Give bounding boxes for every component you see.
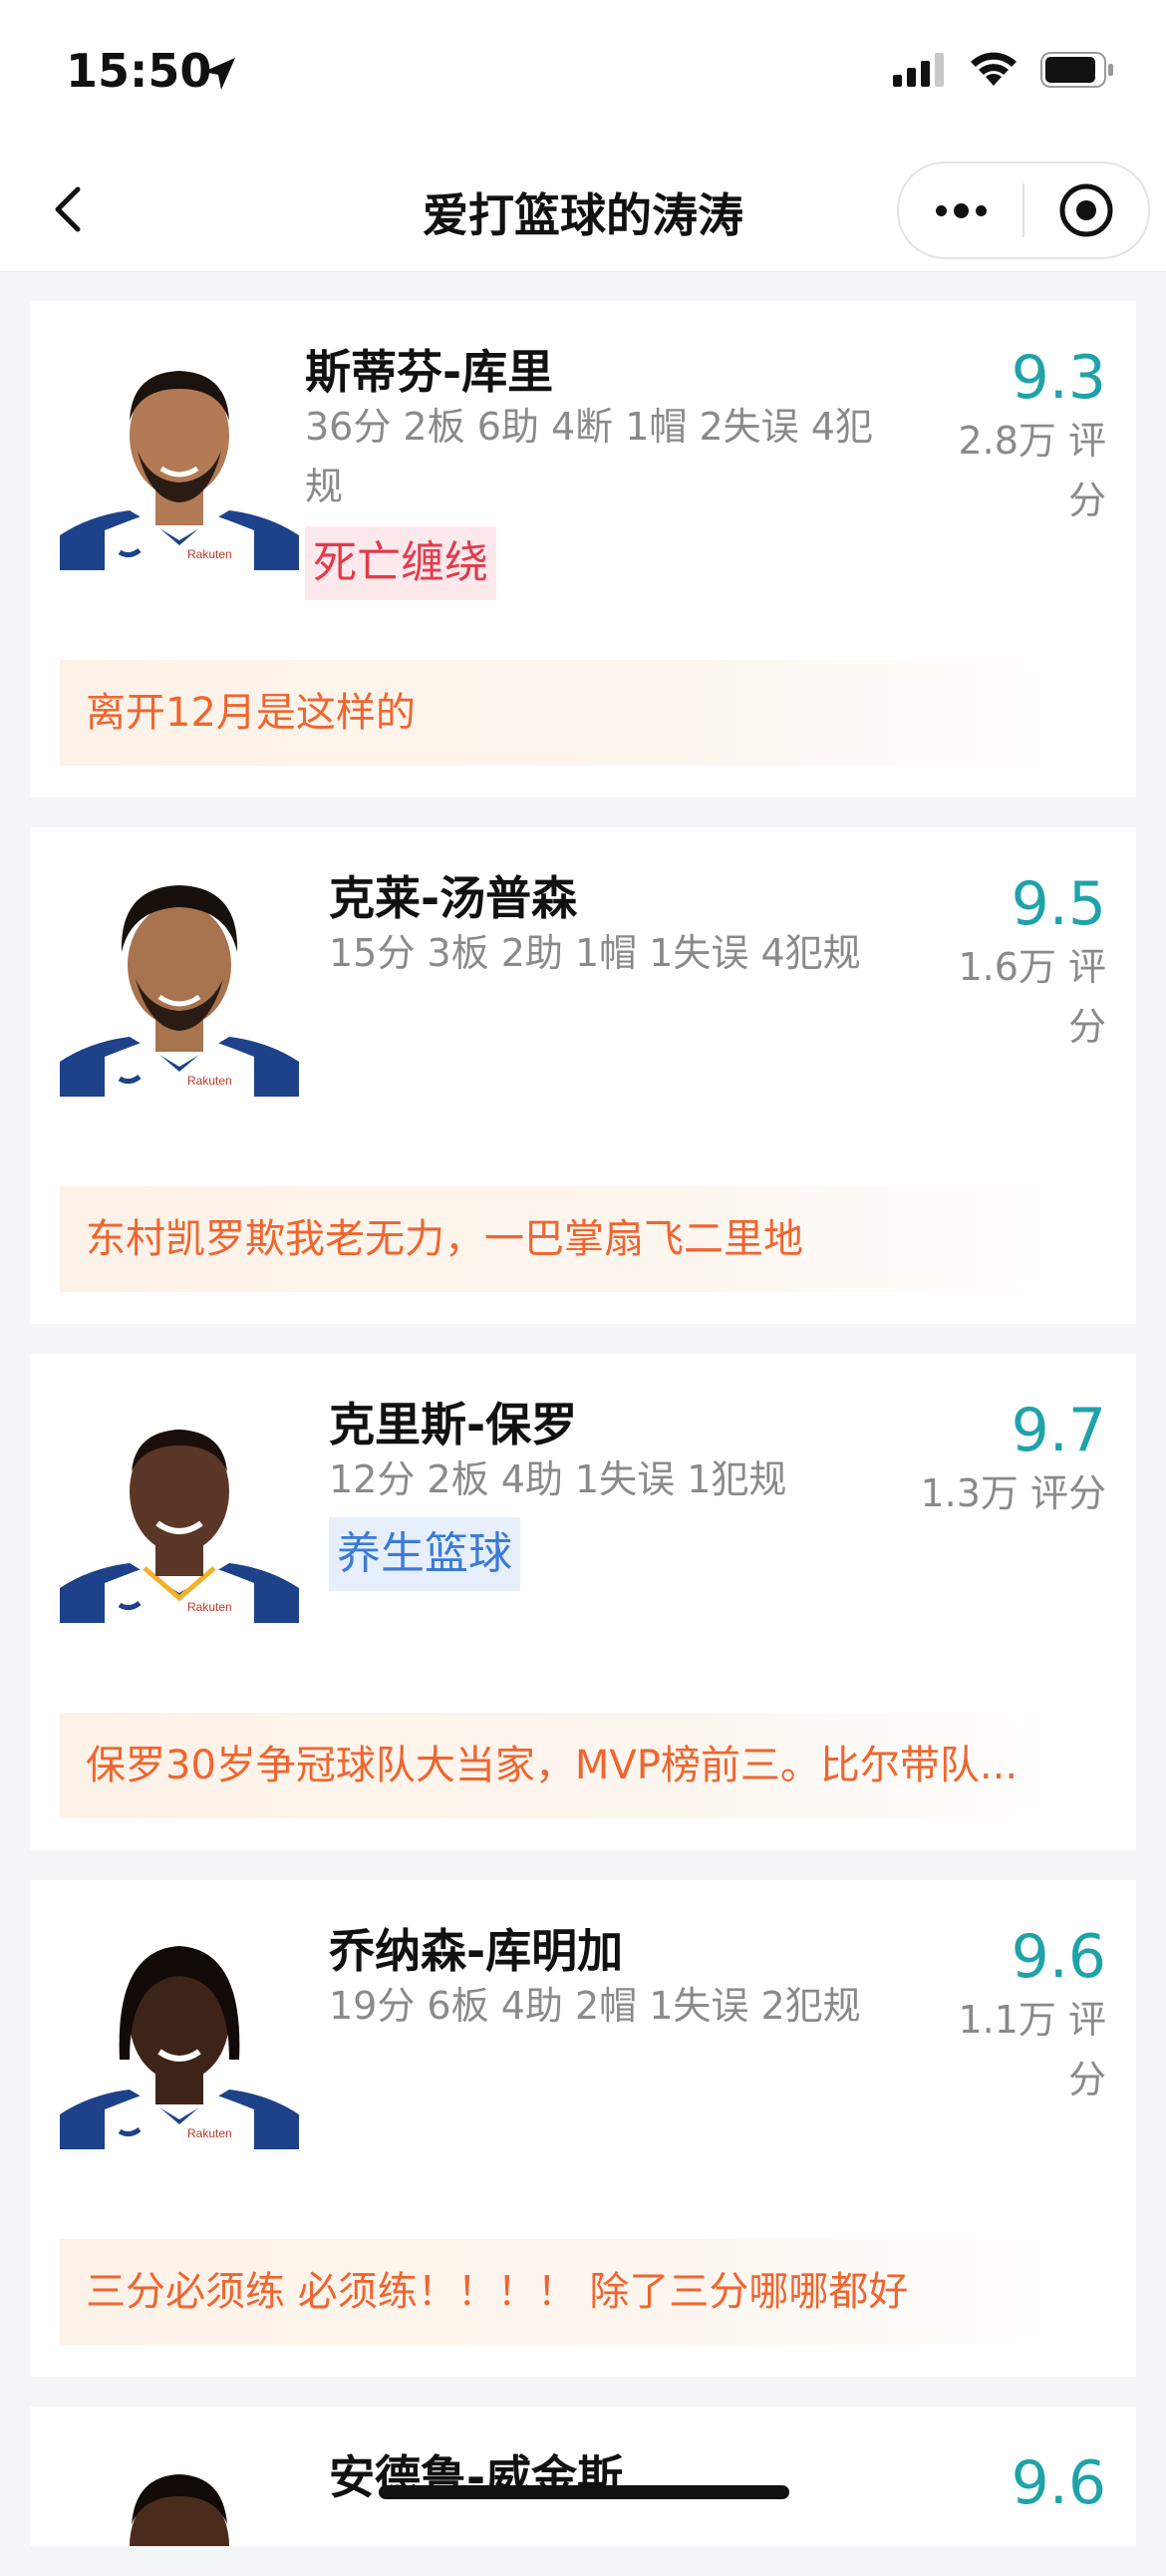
rating-count: 2.8万 评分: [958, 419, 1106, 522]
rating-count: 1.6万 评分: [958, 945, 1106, 1049]
player-card[interactable]: Rakuten 克莱-汤普森 15分 3板 2助 1帽 1失误 4犯规 9.5 …: [30, 827, 1136, 1324]
top-comment[interactable]: 三分必须练 必须练！！！！ 除了三分哪哪都好: [60, 2239, 1086, 2345]
player-photo: Rakuten: [60, 1910, 299, 2149]
nav-bar: 爱打篮球的涛涛: [0, 150, 1166, 272]
player-card[interactable]: Rakuten 克里斯-保罗 12分 2板 4助 1失误 1犯规 养生篮球 9.…: [30, 1354, 1136, 1850]
player-tag: 死亡缠绕: [305, 526, 496, 600]
svg-text:Rakuten: Rakuten: [187, 1074, 232, 1088]
player-avatar: Rakuten: [60, 1384, 299, 1623]
player-name: 克里斯-保罗: [329, 1398, 578, 1451]
player-photo: [60, 2436, 299, 2546]
player-name: 斯蒂芬-库里: [305, 345, 554, 399]
player-score: 9.3: [1011, 343, 1106, 413]
top-comment[interactable]: 离开12月是这样的: [60, 660, 1086, 766]
player-card[interactable]: Rakuten 斯蒂芬-库里 36分 2板 6助 4断 1帽 2失误 4犯规 死…: [30, 301, 1136, 798]
back-icon[interactable]: [40, 179, 100, 239]
svg-text:Rakuten: Rakuten: [187, 547, 232, 561]
status-icons: [893, 52, 1114, 88]
wifi-icon: [971, 52, 1017, 86]
player-card[interactable]: 安德鲁-威金斯 9.6: [30, 2407, 1136, 2546]
location-arrow-icon: [203, 58, 235, 90]
player-avatar: [60, 2436, 299, 2546]
player-stats: 19分 6板 4助 2帽 1失误 2犯规: [329, 1984, 861, 2028]
player-name: 克莱-汤普森: [329, 871, 578, 925]
status-time: 15:50: [66, 44, 212, 98]
top-comment[interactable]: 保罗30岁争冠球队大当家，MVP榜前三。比尔带队...: [60, 1713, 1086, 1818]
player-card[interactable]: Rakuten 乔纳森-库明加 19分 6板 4助 2帽 1失误 2犯规 9.6…: [30, 1880, 1136, 2377]
more-dot-icon: [975, 204, 987, 216]
player-name: 乔纳森-库明加: [329, 1924, 624, 1978]
player-score: 9.5: [1011, 869, 1106, 939]
player-avatar: Rakuten: [60, 331, 299, 570]
svg-text:Rakuten: Rakuten: [187, 1600, 232, 1614]
player-avatar: Rakuten: [60, 1910, 299, 2149]
top-comment[interactable]: 东村凯罗欺我老无力，一巴掌扇飞二里地: [60, 1186, 1086, 1292]
mini-program-capsule: [897, 161, 1150, 259]
rating-count: 1.1万 评分: [958, 1998, 1106, 2101]
player-tag: 养生篮球: [329, 1517, 520, 1591]
battery-icon: [1040, 52, 1113, 88]
more-dot-icon: [935, 204, 947, 216]
rating-count: 1.3万 评分: [920, 1471, 1106, 1515]
status-bar: 15:50: [0, 0, 1166, 150]
home-indicator[interactable]: [379, 2485, 789, 2499]
signal-icon: [893, 53, 944, 87]
player-score: 9.6: [1011, 1922, 1106, 1992]
close-mini-program-button[interactable]: [1024, 163, 1148, 257]
svg-text:Rakuten: Rakuten: [187, 2126, 232, 2140]
player-score: 9.7: [1011, 1396, 1106, 1465]
more-button[interactable]: [899, 163, 1022, 257]
player-score: 9.6: [1011, 2448, 1106, 2518]
player-list: Rakuten 斯蒂芬-库里 36分 2板 6助 4断 1帽 2失误 4犯规 死…: [30, 301, 1136, 2576]
player-photo: Rakuten: [60, 1384, 299, 1623]
player-stats: 15分 3板 2助 1帽 1失误 4犯规: [329, 931, 861, 975]
player-photo: Rakuten: [60, 331, 299, 570]
player-stats: 12分 2板 4助 1失误 1犯规: [329, 1457, 787, 1501]
target-icon: [1059, 183, 1113, 237]
more-dot-icon: [953, 202, 969, 218]
player-stats: 36分 2板 6助 4断 1帽 2失误 4犯规: [305, 405, 873, 508]
player-avatar: Rakuten: [60, 857, 299, 1097]
player-photo: Rakuten: [60, 857, 299, 1097]
